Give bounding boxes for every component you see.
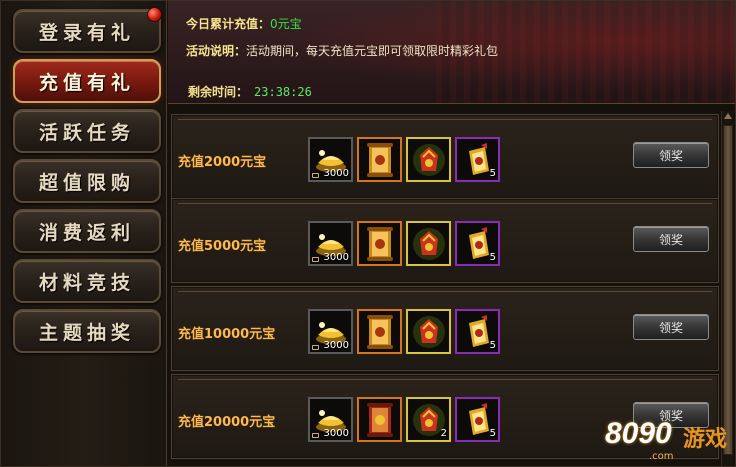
reward-items: 3000 2 5 [308,397,500,442]
reward-items: 3000 5 [308,137,500,182]
token-icon[interactable]: 5 [455,397,500,442]
item-count: 3000 [323,252,349,263]
game-window: 登录有礼 充值有礼 活跃任务 超值限购 消费返利 材料竞技 主题抽奖 今日累计充… [0,0,736,467]
token-icon[interactable]: 5 [455,137,500,182]
scroll-up-arrow-icon[interactable] [724,113,732,119]
reward-row: 充值5000元宝 3000 5 领奖 [171,198,719,283]
today-recharge-value: 0元宝 [270,17,302,31]
bound-lock-icon [312,173,319,178]
sidebar-item-recharge-gift[interactable]: 充值有礼 [13,59,161,103]
today-recharge-label: 今日累计充值： [186,17,271,31]
event-description-line: 活动说明：活动期间，每天充值元宝即可领取限时精彩礼包 [186,42,498,59]
item-count: 5 [489,428,496,439]
bound-lock-icon [312,433,319,438]
sidebar-item-spend-rebate[interactable]: 消费返利 [13,209,161,253]
event-description-label: 活动说明： [186,44,247,58]
reward-items: 3000 5 [308,221,500,266]
reward-row: 充值2000元宝 3000 5 领奖 [171,114,719,199]
token-icon[interactable]: 5 [455,221,500,266]
item-count: 2 [440,428,447,439]
event-header: 今日累计充值：0元宝 活动说明：活动期间，每天充值元宝即可领取限时精彩礼包 剩余… [168,1,735,104]
item-count: 3000 [323,340,349,351]
item-count: 5 [489,168,496,179]
claim-button[interactable]: 领奖 [633,142,709,168]
red-bag-icon[interactable] [406,309,451,354]
reward-row: 充值10000元宝 3000 5 领奖 [171,286,719,371]
item-count: 5 [489,252,496,263]
reward-items: 3000 5 [308,309,500,354]
claim-button[interactable]: 领奖 [633,314,709,340]
bound-lock-icon [312,345,319,350]
sidebar-item-login-gift[interactable]: 登录有礼 [13,9,161,53]
item-count: 3000 [323,168,349,179]
sidebar-item-value-purchase[interactable]: 超值限购 [13,159,161,203]
sidebar-item-material-race[interactable]: 材料竞技 [13,259,161,303]
token-icon[interactable]: 5 [455,309,500,354]
reward-tier-label: 充值2000元宝 [178,155,267,170]
reward-tier-label: 充值5000元宝 [178,239,267,254]
watermark-text: 游戏 [683,427,728,452]
claim-button[interactable]: 领奖 [633,226,709,252]
gold-ingot-icon[interactable]: 3000 [308,221,353,266]
red-bag-icon[interactable]: 2 [406,397,451,442]
sidebar: 登录有礼 充值有礼 活跃任务 超值限购 消费返利 材料竞技 主题抽奖 [1,1,167,466]
sidebar-item-theme-lottery[interactable]: 主题抽奖 [13,309,161,353]
watermark-number: 8090 [605,417,672,450]
red-scroll-icon[interactable] [357,397,402,442]
scroll-icon[interactable] [357,137,402,182]
item-count: 5 [489,340,496,351]
notification-dot-icon [147,7,162,22]
sidebar-item-active-tasks[interactable]: 活跃任务 [13,109,161,153]
gold-ingot-icon[interactable]: 3000 [308,309,353,354]
scroll-icon[interactable] [357,221,402,266]
today-recharge-line: 今日累计充值：0元宝 [186,15,302,32]
scrollbar-thumb[interactable] [723,125,733,455]
red-bag-icon[interactable] [406,137,451,182]
event-description-text: 活动期间，每天充值元宝即可领取限时精彩礼包 [246,44,499,58]
item-count: 3000 [323,428,349,439]
site-watermark: 8090 游戏 .com [605,411,735,466]
remaining-time: 剩余时间： 23:38:26 [188,83,312,100]
bound-lock-icon [312,257,319,262]
remaining-time-value: 23:38:26 [254,85,312,99]
watermark-domain: .com [649,451,674,462]
scroll-icon[interactable] [357,309,402,354]
remaining-time-label: 剩余时间： [188,85,249,99]
gold-ingot-icon[interactable]: 3000 [308,137,353,182]
gold-ingot-icon[interactable]: 3000 [308,397,353,442]
reward-tier-label: 充值20000元宝 [178,415,276,430]
reward-tier-label: 充值10000元宝 [178,327,276,342]
red-bag-icon[interactable] [406,221,451,266]
